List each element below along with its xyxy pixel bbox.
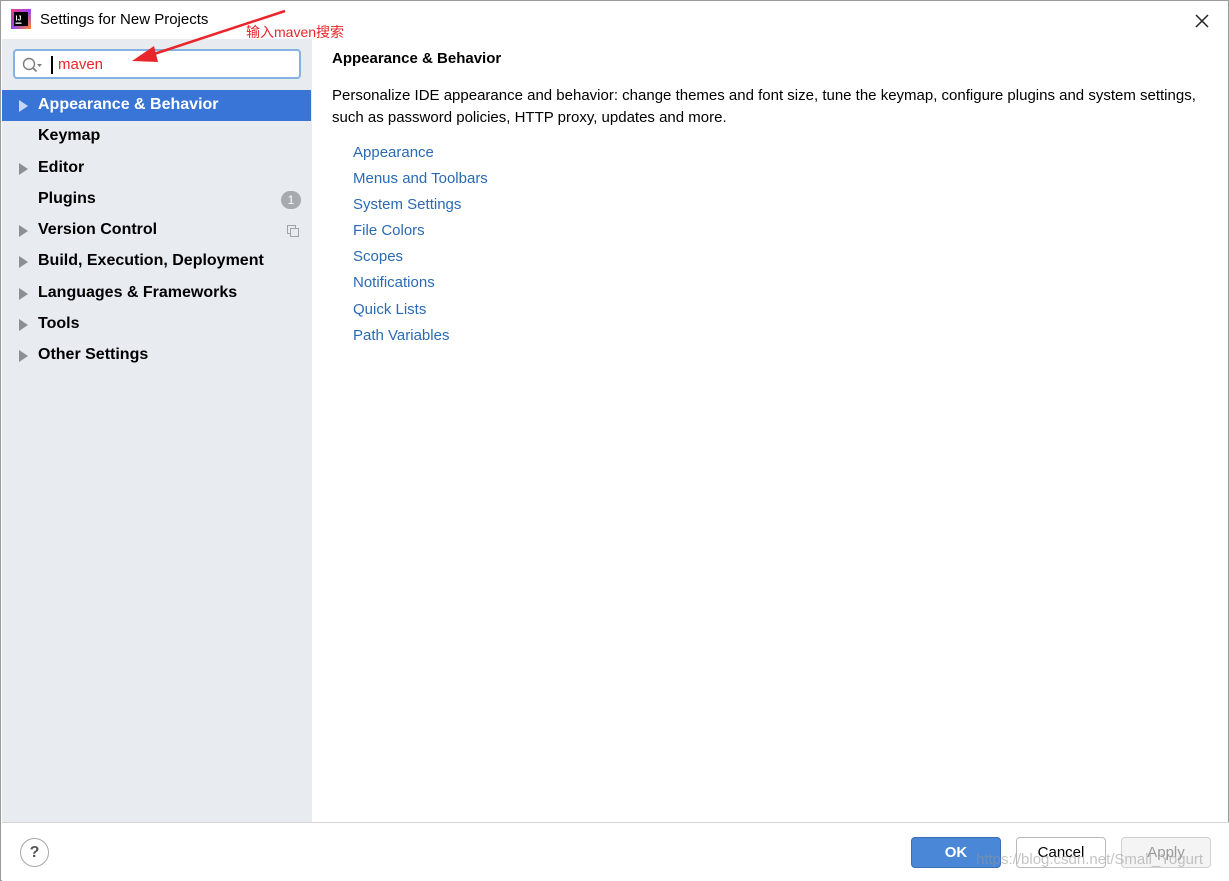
sidebar-item-label: Appearance & Behavior	[38, 96, 219, 113]
watermark: https://blog.csdn.net/Small_Yogurt	[976, 851, 1204, 868]
settings-tree: Appearance & Behavior Keymap Editor Plug…	[2, 90, 312, 372]
sidebar-item-editor[interactable]: Editor	[2, 153, 311, 184]
sidebar-item-label: Keymap	[38, 127, 101, 145]
page-description: Personalize IDE appearance and behavior:…	[332, 87, 1196, 126]
expand-arrow-icon[interactable]	[19, 319, 28, 332]
settings-content-panel: Appearance & Behavior Personalize IDE ap…	[312, 39, 1228, 822]
link-scopes[interactable]: Scopes	[353, 247, 488, 273]
annotation-text: 输入maven搜索	[246, 24, 345, 40]
settings-dialog: IJ Settings for New Projects maven Appea…	[0, 0, 1229, 881]
sidebar-item-other-settings[interactable]: Other Settings	[2, 340, 311, 371]
settings-link-list: Appearance Menus and Toolbars System Set…	[353, 143, 488, 352]
sidebar-item-appearance-behavior[interactable]: Appearance & Behavior	[2, 90, 311, 122]
sidebar-item-label: Tools	[38, 315, 80, 333]
expand-arrow-icon[interactable]	[19, 100, 28, 112]
link-menus-and-toolbars[interactable]: Menus and Toolbars	[353, 169, 488, 195]
settings-sidebar: maven Appearance & Behavior Keymap Edito…	[2, 39, 312, 822]
plugins-update-badge: 1	[281, 190, 301, 209]
sidebar-item-label: Version Control	[38, 221, 158, 239]
sidebar-item-label: Plugins	[38, 189, 96, 207]
link-appearance[interactable]: Appearance	[353, 143, 488, 169]
link-notifications[interactable]: Notifications	[353, 273, 488, 299]
search-input-value: maven	[58, 56, 104, 73]
sidebar-item-plugins[interactable]: Plugins 1	[2, 184, 311, 215]
link-path-variables[interactable]: Path Variables	[353, 326, 488, 352]
link-file-colors[interactable]: File Colors	[353, 221, 488, 247]
close-icon[interactable]	[1190, 9, 1214, 33]
sidebar-item-label: Other Settings	[38, 346, 149, 364]
expand-arrow-icon[interactable]	[19, 287, 28, 300]
svg-text:IJ: IJ	[16, 16, 22, 23]
copy-icon	[287, 225, 299, 238]
sidebar-item-build-execution-deployment[interactable]: Build, Execution, Deployment	[2, 246, 311, 277]
link-quick-lists[interactable]: Quick Lists	[353, 300, 488, 326]
expand-arrow-icon[interactable]	[19, 350, 28, 363]
link-system-settings[interactable]: System Settings	[353, 195, 488, 221]
expand-arrow-icon[interactable]	[19, 225, 28, 238]
help-button[interactable]: ?	[20, 838, 49, 867]
sidebar-item-label: Editor	[38, 158, 85, 176]
sidebar-item-languages-frameworks[interactable]: Languages & Frameworks	[2, 278, 311, 309]
search-icon[interactable]	[21, 56, 43, 74]
text-caret	[51, 56, 53, 74]
sidebar-item-tools[interactable]: Tools	[2, 309, 311, 340]
expand-arrow-icon[interactable]	[19, 256, 28, 269]
sidebar-item-label: Languages & Frameworks	[38, 283, 238, 301]
expand-arrow-icon[interactable]	[19, 162, 28, 175]
sidebar-item-label: Build, Execution, Deployment	[38, 252, 264, 270]
sidebar-item-keymap[interactable]: Keymap	[2, 121, 311, 152]
sidebar-item-version-control[interactable]: Version Control	[2, 215, 311, 246]
intellij-app-icon: IJ	[11, 9, 31, 29]
page-title: Appearance & Behavior	[332, 50, 502, 67]
